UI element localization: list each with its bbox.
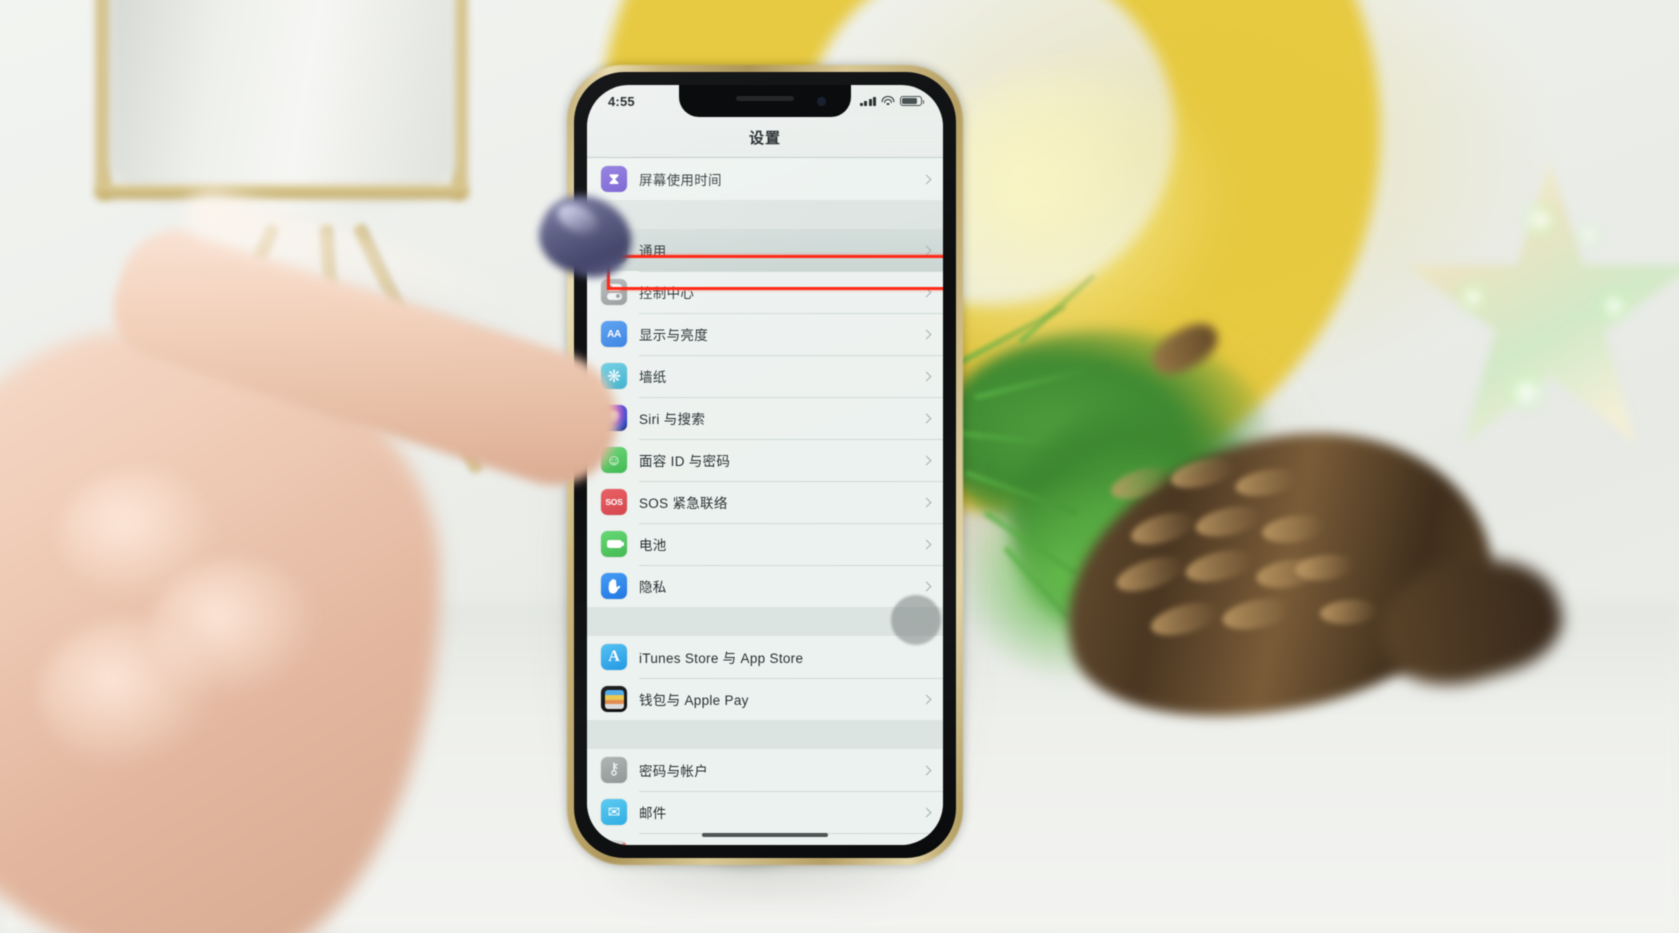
chevron-right-icon [921, 245, 932, 255]
chevron-right-icon [921, 455, 932, 465]
iphone-device: 4:55 设置 屏幕使用时间 [541, 65, 989, 893]
hand-icon [601, 573, 627, 599]
lamp-shade [110, 0, 455, 210]
app-store-icon [601, 644, 627, 670]
settings-row-battery[interactable]: 电池 [587, 523, 943, 565]
settings-row-control-center[interactable]: 控制中心 [587, 271, 943, 313]
settings-row-label: Siri 与搜索 [639, 412, 706, 427]
settings-row-wallet-apple-pay[interactable]: 钱包与 Apple Pay [587, 678, 943, 720]
settings-row-privacy[interactable]: 隐私 [587, 565, 943, 607]
group-separator [587, 200, 943, 229]
settings-group-stores: iTunes Store 与 App Store 钱包与 Apple Pay [587, 636, 943, 720]
settings-row-screentime[interactable]: 屏幕使用时间 [587, 158, 943, 200]
settings-row-display-brightness[interactable]: AA 显示与亮度 [587, 313, 943, 355]
chevron-right-icon [921, 694, 932, 704]
chevron-right-icon [921, 765, 932, 775]
chevron-right-icon [921, 329, 932, 339]
photo-scene: 4:55 设置 屏幕使用时间 [0, 0, 1679, 933]
settings-row-label: 屏幕使用时间 [639, 173, 722, 188]
signal-bars-icon [860, 96, 876, 106]
settings-row-label: 密码与帐户 [639, 764, 708, 779]
chevron-right-icon [921, 174, 932, 184]
group-separator [587, 607, 943, 636]
settings-group-accounts: 密码与帐户 邮件 通讯录 日历 [587, 749, 943, 845]
chevron-right-icon [921, 539, 932, 549]
settings-row-label: 通用 [639, 244, 667, 259]
settings-list[interactable]: 屏幕使用时间 通用 控制中心 [587, 158, 943, 845]
page-title: 设置 [748, 129, 781, 147]
toggles-icon [601, 279, 627, 305]
battery-icon [900, 95, 925, 107]
wifi-icon [881, 95, 895, 107]
glitter-star-ornament [1400, 160, 1679, 490]
settings-row-label: 显示与亮度 [639, 328, 708, 343]
status-bar-indicators [860, 95, 925, 107]
status-bar-time: 4:55 [608, 93, 635, 109]
settings-row-label: iTunes Store 与 App Store [639, 651, 804, 666]
settings-row-label: 通讯录 [639, 844, 680, 845]
settings-row-mail[interactable]: 邮件 [587, 791, 943, 833]
settings-row-passwords-accounts[interactable]: 密码与帐户 [587, 749, 943, 791]
settings-row-label: 面容 ID 与密码 [639, 454, 731, 469]
touch-circle-indicator [891, 595, 941, 645]
sos-icon: SOS [601, 489, 627, 515]
settings-row-label: SOS 紧急联络 [639, 496, 728, 511]
settings-row-general[interactable]: 通用 [587, 229, 943, 271]
home-indicator[interactable] [702, 832, 828, 837]
front-camera [818, 98, 825, 105]
nav-bar: 设置 [587, 117, 943, 158]
chevron-right-icon [921, 371, 932, 381]
settings-row-siri-search[interactable]: Siri 与搜索 [587, 397, 943, 439]
chevron-right-icon [921, 413, 932, 423]
mail-icon [601, 799, 627, 825]
chevron-right-icon [921, 807, 932, 817]
settings-row-wallpaper[interactable]: 墙纸 [587, 355, 943, 397]
wallet-icon [601, 686, 627, 712]
settings-row-face-id-passcode[interactable]: 面容 ID 与密码 [587, 439, 943, 481]
phone-screen[interactable]: 4:55 设置 屏幕使用时间 [587, 85, 943, 845]
chevron-right-icon [921, 581, 932, 591]
knuckle [40, 620, 220, 770]
settings-row-emergency-sos[interactable]: SOS SOS 紧急联络 [587, 481, 943, 523]
earpiece-speaker [736, 96, 794, 101]
group-separator [587, 720, 943, 749]
key-icon [601, 757, 627, 783]
aa-icon: AA [601, 321, 627, 347]
contacts-icon [601, 841, 627, 845]
chevron-right-icon [921, 287, 932, 297]
hourglass-icon [601, 166, 627, 192]
lamp-frame-bottom [96, 185, 468, 199]
settings-group-screentime: 屏幕使用时间 [587, 158, 943, 200]
settings-row-label: 电池 [639, 538, 667, 553]
settings-row-label: 隐私 [639, 580, 667, 595]
chevron-right-icon [921, 497, 932, 507]
settings-row-label: 墙纸 [639, 370, 667, 385]
settings-row-label: 钱包与 Apple Pay [639, 693, 749, 708]
settings-group-system: 通用 控制中心 AA 显示与亮度 墙纸 [587, 229, 943, 607]
screen-notch [679, 85, 851, 117]
settings-row-itunes-app-store[interactable]: iTunes Store 与 App Store [587, 636, 943, 678]
settings-row-label: 控制中心 [639, 286, 695, 301]
lamp-frame-left [96, 0, 111, 200]
battery-icon [601, 531, 627, 557]
settings-row-label: 邮件 [639, 806, 667, 821]
